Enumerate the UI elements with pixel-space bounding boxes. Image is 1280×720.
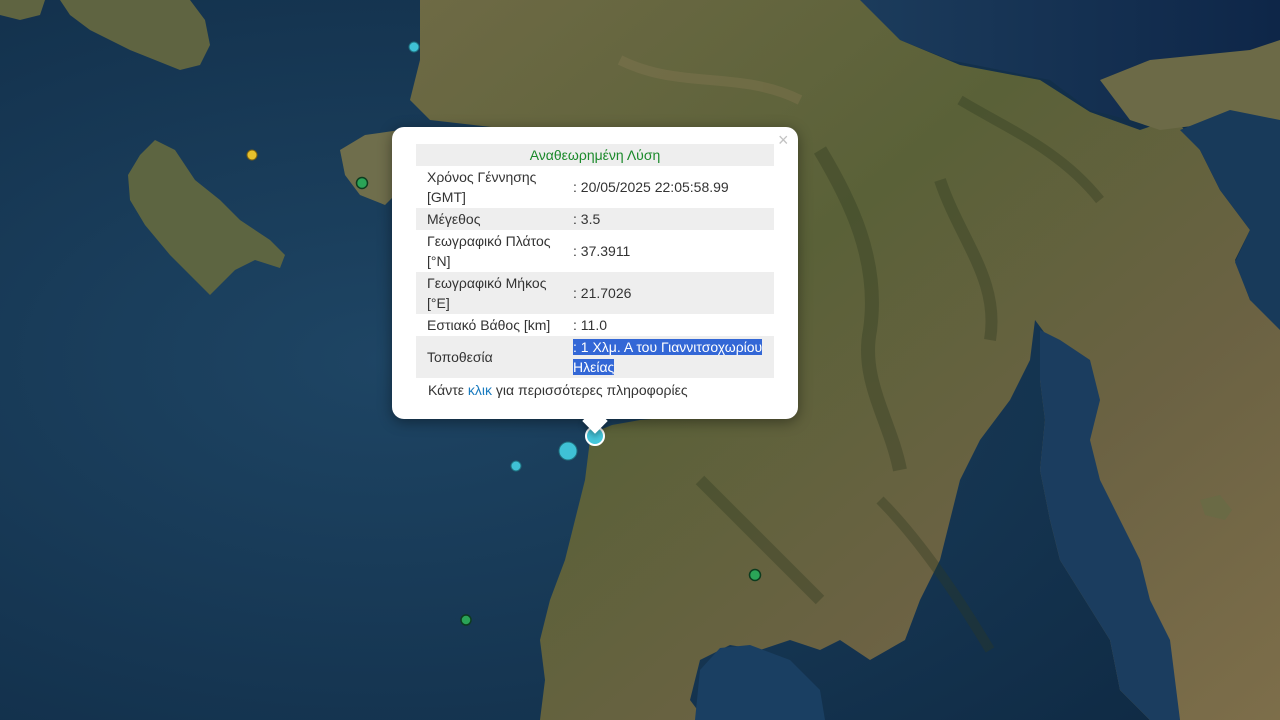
more-prefix: Κάντε: [428, 382, 468, 398]
longitude-value: : 21.7026: [572, 272, 774, 314]
table-row: Τοποθεσία : 1 Χλμ. Α του Γιαννιτσοχωρίου…: [416, 336, 774, 378]
magnitude-label: Μέγεθος: [416, 208, 572, 230]
origin-time-label: Χρόνος Γέννησης [GMT]: [427, 169, 537, 205]
latitude-value: : 37.3911: [573, 243, 631, 259]
location-label: Τοποθεσία: [416, 336, 572, 378]
marker-small-cyan[interactable]: [510, 460, 522, 472]
earthquake-info-table: Αναθεωρημένη Λύση Χρόνος Γέννησης [GMT] …: [416, 144, 774, 378]
marker-kyllini-green[interactable]: [355, 176, 369, 190]
marker-large-cyan[interactable]: [558, 441, 578, 461]
marker-zakynthos-yellow[interactable]: [246, 149, 258, 161]
depth-value: : 11.0: [573, 317, 607, 333]
marker-north-cyan[interactable]: [408, 41, 420, 53]
magnitude-value: : 3.5: [572, 208, 774, 230]
marker-inland-green[interactable]: [748, 568, 762, 582]
solution-status: Αναθεωρημένη Λύση: [416, 144, 774, 166]
longitude-label: Γεωγραφικό Μήκος [°E]: [416, 272, 572, 314]
latitude-label: Γεωγραφικό Πλάτος [°N]: [427, 233, 551, 269]
marker-sea-green[interactable]: [460, 614, 472, 626]
popup-tip-cover: [572, 400, 622, 419]
more-suffix: για περισσότερες πληροφορίες: [492, 382, 688, 398]
origin-time-value: : 20/05/2025 22:05:58.99: [573, 179, 729, 195]
table-row: Εστιακό Βάθος [km] : 11.0: [416, 314, 774, 336]
table-row: Γεωγραφικό Μήκος [°E] : 21.7026: [416, 272, 774, 314]
more-info-text: Κάντε κλικ για περισσότερες πληροφορίες: [428, 382, 688, 398]
table-row: Χρόνος Γέννησης [GMT] : 20/05/2025 22:05…: [416, 166, 774, 208]
table-row: Μέγεθος : 3.5: [416, 208, 774, 230]
table-row: Γεωγραφικό Πλάτος [°N] : 37.3911: [416, 230, 774, 272]
depth-label: Εστιακό Βάθος [km]: [427, 317, 551, 333]
more-info-link[interactable]: κλικ: [468, 382, 492, 398]
close-icon[interactable]: ×: [778, 130, 789, 150]
location-value[interactable]: : 1 Χλμ. Α του Γιαννιτσοχωρίου Ηλείας: [573, 339, 763, 375]
